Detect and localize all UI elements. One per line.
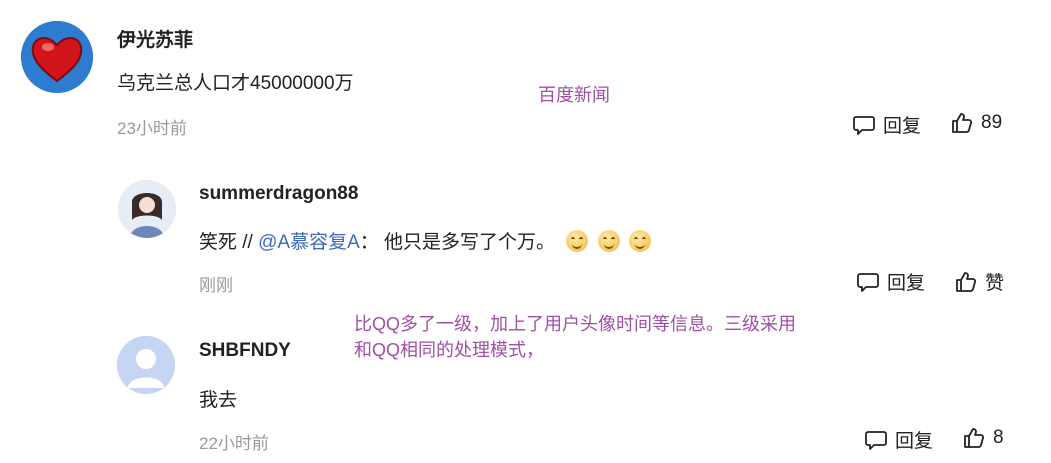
like-count: 89 xyxy=(981,112,1003,133)
reply-button[interactable]: 回复 xyxy=(856,268,925,295)
smile-emoji-icon xyxy=(597,230,620,252)
comment-text: 乌克兰总人口才45000000万 xyxy=(117,73,354,94)
timestamp: 22小时前 xyxy=(199,434,269,453)
comment-bubble-icon xyxy=(865,430,887,450)
thumbs-up-icon xyxy=(956,271,977,292)
comment-text: 笑死 // @A慕容复A： 他只是多写了个万。 xyxy=(199,227,655,254)
username[interactable]: summerdragon88 xyxy=(199,183,358,205)
thumbs-up-icon xyxy=(952,113,973,133)
timestamp: 刚刚 xyxy=(199,276,233,295)
annotation-line-1: 比QQ多了一级，加上了用户头像时间等信息。三级采用 xyxy=(354,314,796,334)
like-label: 赞 xyxy=(985,273,1005,294)
avatar-user-2[interactable] xyxy=(118,180,176,238)
photo-avatar-icon xyxy=(118,180,176,238)
thumbs-up-icon xyxy=(964,428,985,448)
reply-label: 回复 xyxy=(883,116,922,137)
reply-button[interactable]: 回复 xyxy=(852,111,921,138)
reply-button[interactable]: 回复 xyxy=(864,426,933,453)
reply-label: 回复 xyxy=(887,273,926,294)
mention-link[interactable]: @A慕容复A xyxy=(258,232,360,253)
source-annotation: 百度新闻 xyxy=(538,85,610,105)
username[interactable]: 伊光苏菲 xyxy=(117,25,193,52)
comment-text: 我去 xyxy=(199,390,238,411)
smile-emoji-icon xyxy=(628,230,651,252)
reply-label: 回复 xyxy=(895,431,934,452)
comment-text-suffix: ： 他只是多写了个万。 xyxy=(359,232,556,253)
comment-text-prefix: 笑死 // xyxy=(199,232,259,253)
like-button[interactable]: 8 xyxy=(962,426,1004,450)
avatar-user-3[interactable] xyxy=(117,336,175,394)
heart-avatar-icon xyxy=(21,21,93,93)
design-annotation: 比QQ多了一级，加上了用户头像时间等信息。三级采用 和QQ相同的处理模式， xyxy=(354,311,796,363)
comment-bubble-icon xyxy=(853,115,875,135)
avatar-user-1[interactable] xyxy=(21,21,93,93)
comment-bubble-icon xyxy=(857,272,879,292)
like-button[interactable]: 赞 xyxy=(954,268,1004,295)
timestamp: 23小时前 xyxy=(117,119,187,138)
username[interactable]: SHBFNDY xyxy=(199,340,291,362)
annotation-line-2: 和QQ相同的处理模式， xyxy=(354,340,545,360)
like-button[interactable]: 89 xyxy=(950,111,1002,135)
smile-emoji-icon xyxy=(566,230,589,252)
default-avatar-icon xyxy=(117,336,175,394)
like-count: 8 xyxy=(993,427,1004,448)
